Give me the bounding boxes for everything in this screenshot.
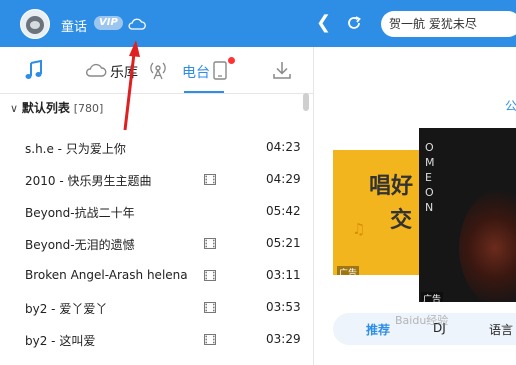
- song-title: by2 - 这叫爱: [25, 334, 96, 348]
- playlist-count: [780]: [73, 102, 104, 115]
- ad-label: 广告: [421, 292, 444, 302]
- tab-radio[interactable]: 电台: [182, 62, 210, 82]
- song-title: Broken Angel-Arash helena: [25, 268, 188, 282]
- cloud-icon[interactable]: [84, 59, 108, 81]
- song-duration: 03:29: [266, 332, 301, 346]
- mv-icon[interactable]: [204, 302, 216, 313]
- banner-ad-left[interactable]: 唱好 交 ♫ 广告: [333, 150, 420, 275]
- song-row[interactable]: Beyond-无泪的遗憾 05:21: [0, 227, 313, 259]
- song-duration: 04:23: [266, 140, 301, 154]
- song-row[interactable]: by2 - 爱丫爱丫 03:53: [0, 291, 313, 323]
- avatar-face: [30, 21, 40, 29]
- top-bar: 童话 VIP ❮ 贺一航 爱犹未尽: [0, 0, 516, 47]
- watermark: Baidu经验: [395, 314, 449, 327]
- song-row[interactable]: Beyond-抗战二十年 05:42: [0, 195, 313, 227]
- back-icon[interactable]: ❮: [316, 14, 331, 32]
- mv-icon[interactable]: [204, 270, 216, 281]
- song-title: Beyond-抗战二十年: [25, 206, 135, 220]
- song-title: Beyond-无泪的遗憾: [25, 238, 135, 252]
- tag-language[interactable]: 语言: [489, 321, 513, 338]
- username[interactable]: 童话: [61, 16, 87, 35]
- refresh-icon[interactable]: [345, 14, 363, 32]
- playlist-header[interactable]: ∨ 默认列表 [780]: [10, 99, 103, 116]
- music-note-icon: ♫: [352, 220, 366, 238]
- chevron-down-icon: ∨: [10, 102, 19, 115]
- panel-divider: [313, 47, 314, 365]
- song-duration: 05:42: [266, 204, 301, 218]
- banner-text-2: 交: [390, 208, 413, 233]
- download-icon[interactable]: [270, 59, 294, 81]
- banner-text: 唱好: [369, 174, 414, 199]
- banner-figure: [459, 188, 516, 302]
- mv-icon[interactable]: [204, 334, 216, 345]
- notification-dot: [228, 57, 235, 64]
- banner-ad-right[interactable]: OME ON 广告: [419, 128, 516, 302]
- song-duration: 05:21: [266, 236, 301, 250]
- playlist-title: 默认列表: [21, 101, 70, 115]
- tab-library[interactable]: 乐库: [110, 62, 138, 82]
- mv-icon[interactable]: [204, 238, 216, 249]
- ad-label: 广告: [337, 266, 360, 275]
- song-title: 2010 - 快乐男生主题曲: [25, 174, 152, 188]
- song-duration: 03:11: [266, 268, 301, 282]
- song-duration: 03:53: [266, 300, 301, 314]
- mv-icon[interactable]: [204, 174, 216, 185]
- song-title: s.h.e - 只为爱上你: [25, 142, 126, 156]
- search-input[interactable]: 贺一航 爱犹未尽: [381, 11, 516, 37]
- song-row[interactable]: s.h.e - 只为爱上你 04:23: [0, 131, 313, 163]
- tag-recommend[interactable]: 推荐: [366, 321, 390, 338]
- avatar[interactable]: [20, 9, 50, 39]
- notice-link[interactable]: 公: [505, 97, 516, 114]
- song-title: by2 - 爱丫爱丫: [25, 302, 108, 316]
- scrollbar-thumb[interactable]: [303, 93, 309, 111]
- song-duration: 04:29: [266, 172, 301, 186]
- song-row[interactable]: by2 - 这叫爱 03:29: [0, 323, 313, 355]
- song-row[interactable]: Broken Angel-Arash helena 03:11: [0, 259, 313, 291]
- cloud-icon[interactable]: [128, 17, 146, 31]
- vip-badge[interactable]: VIP: [94, 16, 123, 30]
- banner-vertical-text: OME ON: [425, 141, 436, 214]
- song-row[interactable]: 2010 - 快乐男生主题曲 04:29: [0, 163, 313, 195]
- active-tab-indicator: [184, 91, 224, 93]
- radio-icon[interactable]: [146, 59, 170, 81]
- music-note-icon[interactable]: [22, 59, 46, 81]
- left-tab-bar: [0, 47, 313, 94]
